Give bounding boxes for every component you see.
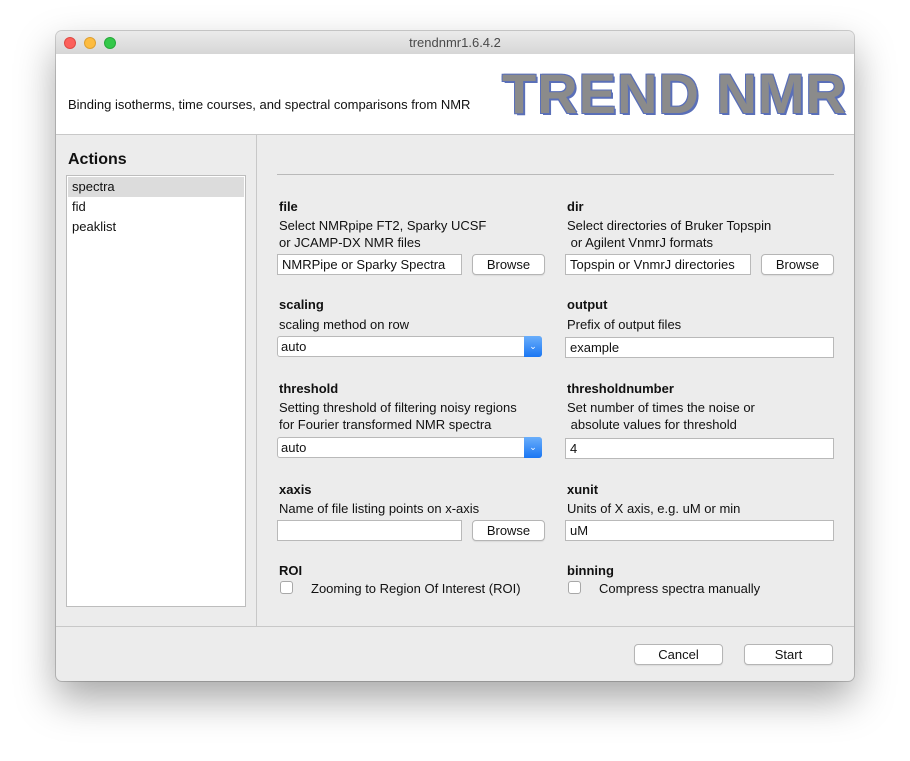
banner-description: Binding isotherms, time courses, and spe… xyxy=(68,97,471,112)
chevron-updown-icon: ⌄ xyxy=(524,336,542,357)
form-panel: file Select NMRpipe FT2, Sparky UCSF or … xyxy=(257,135,854,626)
roi-checkbox[interactable] xyxy=(280,581,293,594)
chevron-updown-icon: ⌄ xyxy=(524,437,542,458)
actions-title: Actions xyxy=(68,151,127,168)
output-label: output xyxy=(567,297,608,312)
window-title: trendnmr1.6.4.2 xyxy=(409,35,501,50)
threshold-select-value: auto xyxy=(281,440,307,455)
header-banner: Binding isotherms, time courses, and spe… xyxy=(56,54,854,135)
file-label: file xyxy=(279,199,298,214)
action-item-spectra[interactable]: spectra xyxy=(68,177,244,197)
footer-bar: Cancel Start xyxy=(56,626,854,681)
scaling-select-value: auto xyxy=(281,339,307,354)
actions-list: spectra fid peaklist xyxy=(66,175,246,607)
thresholdnumber-input[interactable]: 4 xyxy=(565,438,834,459)
file-browse-button[interactable]: Browse xyxy=(472,254,545,275)
scaling-description: scaling method on row xyxy=(279,317,410,332)
xunit-label: xunit xyxy=(567,482,599,497)
dir-label: dir xyxy=(567,199,584,214)
binning-checkbox[interactable] xyxy=(568,581,581,594)
xaxis-description: Name of file listing points on x-axis xyxy=(279,501,480,516)
start-button[interactable]: Start xyxy=(744,644,833,665)
dir-description-1: Select directories of Bruker Topspin xyxy=(567,218,772,233)
binning-label: binning xyxy=(567,563,614,578)
xaxis-browse-button[interactable]: Browse xyxy=(472,520,545,541)
dir-description-2: or Agilent VnmrJ formats xyxy=(567,235,713,250)
thresholdnumber-description-1: Set number of times the noise or xyxy=(567,400,755,415)
cancel-button[interactable]: Cancel xyxy=(634,644,723,665)
threshold-label: threshold xyxy=(279,381,339,396)
xunit-input[interactable]: uM xyxy=(565,520,834,541)
output-input[interactable]: example xyxy=(565,337,834,358)
scaling-label: scaling xyxy=(279,297,324,312)
thresholdnumber-label: thresholdnumber xyxy=(567,381,674,396)
separator xyxy=(277,174,834,175)
roi-option-label: Zooming to Region Of Interest (ROI) xyxy=(311,581,521,596)
file-input[interactable]: NMRPipe or Sparky Spectra xyxy=(277,254,462,275)
trend-nmr-logo: TREND NMR xyxy=(502,62,847,125)
binning-option-label: Compress spectra manually xyxy=(599,581,761,596)
actions-sidebar: Actions spectra fid peaklist xyxy=(56,135,257,626)
action-item-fid[interactable]: fid xyxy=(68,197,244,217)
xunit-description: Units of X axis, e.g. uM or min xyxy=(567,501,741,516)
xaxis-label: xaxis xyxy=(279,482,312,497)
threshold-description-2: for Fourier transformed NMR spectra xyxy=(279,417,492,432)
action-item-peaklist[interactable]: peaklist xyxy=(68,217,244,237)
xaxis-input[interactable] xyxy=(277,520,462,541)
dir-input[interactable]: Topspin or VnmrJ directories xyxy=(565,254,751,275)
output-description: Prefix of output files xyxy=(567,317,682,332)
threshold-select[interactable]: auto ⌄ xyxy=(277,437,542,458)
thresholdnumber-description-2: absolute values for threshold xyxy=(567,417,737,432)
dir-browse-button[interactable]: Browse xyxy=(761,254,834,275)
file-description-1: Select NMRpipe FT2, Sparky UCSF xyxy=(279,218,487,233)
roi-label: ROI xyxy=(279,563,303,578)
app-window: trendnmr1.6.4.2 Binding isotherms, time … xyxy=(56,31,854,681)
scaling-select[interactable]: auto ⌄ xyxy=(277,336,542,357)
title-bar: trendnmr1.6.4.2 xyxy=(56,31,854,55)
file-description-2: or JCAMP-DX NMR files xyxy=(279,235,421,250)
threshold-description-1: Setting threshold of filtering noisy reg… xyxy=(279,400,517,415)
